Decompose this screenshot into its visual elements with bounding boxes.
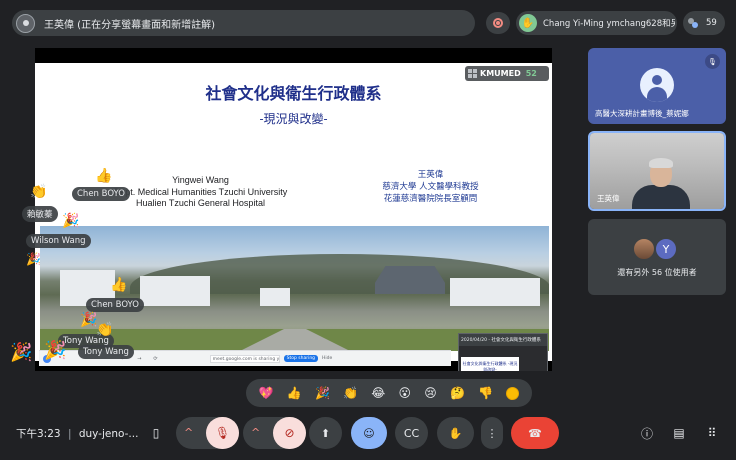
reaction-emoji: 👏 bbox=[96, 322, 114, 338]
grid-icon bbox=[468, 69, 477, 78]
camera-control[interactable]: ^ ⊘ bbox=[243, 417, 306, 449]
record-indicator-button[interactable] bbox=[486, 12, 510, 34]
reaction-name: Chen BOYO bbox=[72, 187, 130, 201]
presenter-banner[interactable]: 王英偉 (正在分享螢幕畫面和新增註解) bbox=[12, 10, 475, 36]
party-reaction-button[interactable]: 🎉 bbox=[315, 386, 330, 400]
reaction-name: Wilson Wang bbox=[26, 234, 91, 248]
clap-reaction-button[interactable]: 👏 bbox=[343, 386, 358, 400]
author-chinese: 王英偉 慈濟大學 人文醫學科教授 花蓮慈濟醫院院長室顧問 bbox=[353, 169, 508, 205]
raise-hand-button[interactable]: ✋ bbox=[437, 417, 474, 449]
reaction-emoji: 👏 bbox=[30, 184, 48, 200]
activities-icon[interactable]: ⠿ bbox=[704, 425, 720, 441]
chevron-up-icon[interactable]: ^ bbox=[251, 426, 260, 439]
party-popper-icon: 🎉 bbox=[26, 252, 41, 266]
participant-name: 王英偉 bbox=[597, 194, 620, 203]
reaction-name: Chen BOYO bbox=[86, 298, 144, 312]
meeting-badge: KMUMED 52 bbox=[465, 66, 549, 81]
author-en-line: Hualien Tzuchi General Hospital bbox=[136, 198, 265, 208]
person-avatar-icon bbox=[640, 68, 674, 102]
captions-button[interactable]: CC bbox=[395, 417, 428, 449]
participant-tile-speaker[interactable]: 王英偉 bbox=[588, 131, 726, 211]
info-icon[interactable]: ⓘ bbox=[639, 425, 655, 441]
sad-reaction-button[interactable]: 😢 bbox=[424, 386, 437, 400]
author-zh-line: 王英偉 bbox=[417, 170, 444, 180]
author-zh-line: 慈濟大學 人文醫學科教授 bbox=[382, 182, 479, 192]
surprised-reaction-button[interactable]: 😮 bbox=[399, 386, 412, 400]
raised-hands-text: Chang Yi-Ming ymchang628和另外 bbox=[543, 19, 675, 29]
current-time: 下午3:23 bbox=[16, 428, 61, 440]
meeting-code: duy-jeno-... bbox=[78, 428, 139, 440]
others-tile[interactable]: Y 還有另外 56 位使用者 bbox=[588, 219, 726, 295]
leave-call-button[interactable]: ☎ bbox=[511, 417, 559, 449]
nested-meet-title: 2020/04/20 - 社會文化與衛生行政體系 bbox=[459, 334, 547, 346]
share-bar-text: meet.google.com is sharing your screen. bbox=[209, 354, 280, 363]
thumbs-up-reaction-button[interactable]: 👍 bbox=[287, 386, 302, 400]
mic-control[interactable]: ^ 🎙 bbox=[176, 417, 239, 449]
slide: KMUMED 52 社會文化與衛生行政體系 -現況與改變- Yingwei Wa… bbox=[35, 63, 552, 371]
participants-button[interactable]: 59 bbox=[683, 11, 725, 35]
party-popper-icon: 🎉 bbox=[10, 342, 33, 363]
laugh-reaction-button[interactable]: 😂 bbox=[371, 386, 385, 400]
reaction-name: Tony Wang bbox=[78, 345, 134, 359]
author-en-line: Yingwei Wang bbox=[172, 175, 229, 185]
badge-count: 52 bbox=[525, 69, 537, 78]
slide-title: 社會文化與衛生行政體系 bbox=[205, 84, 382, 103]
participant-tile[interactable]: 🎙 高醫大深耕計畫博後_蔡妮娜 bbox=[588, 48, 726, 124]
skin-tone-button[interactable] bbox=[506, 386, 520, 400]
share-stop-label: Stop sharing bbox=[283, 355, 319, 362]
nested-meet-window: 2020/04/20 - 社會文化與衛生行政體系 社會文化與衛生行政體系 -現況… bbox=[458, 333, 548, 371]
reaction-emoji: 🎉 bbox=[62, 213, 80, 229]
mic-off-icon: 🎙 bbox=[705, 54, 720, 69]
chat-icon[interactable]: ▤ bbox=[671, 425, 687, 441]
nested-slide-card: 社會文化與衛生行政體系 -現況與改變- bbox=[461, 357, 519, 371]
heart-reaction-button[interactable]: 💖 bbox=[259, 386, 274, 400]
presenter-label: 王英偉 (正在分享螢幕畫面和新增註解) bbox=[44, 19, 215, 31]
share-hide-label: Hide bbox=[322, 356, 333, 361]
raised-hands-notice[interactable]: ✋ Chang Yi-Ming ymchang628和另外 bbox=[516, 11, 677, 35]
more-options-button[interactable]: ⋮ bbox=[481, 417, 503, 449]
slide-subtitle: -現況與改變- bbox=[259, 112, 328, 126]
thumbs-down-reaction-button[interactable]: 👎 bbox=[478, 386, 493, 400]
reaction-emoji: 🎉 bbox=[80, 312, 98, 328]
people-icon bbox=[688, 18, 698, 28]
camera-off-button[interactable]: ⊘ bbox=[273, 417, 306, 449]
author-zh-line: 花蓮慈濟醫院院長室顧問 bbox=[383, 194, 478, 204]
raised-hand-icon: ✋ bbox=[519, 14, 537, 32]
companion-mode-icon[interactable]: ▯ bbox=[148, 425, 164, 441]
author-en-line: Dept. Medical Humanities Tzuchi Universi… bbox=[113, 186, 288, 197]
mic-off-button[interactable]: 🎙 bbox=[206, 417, 239, 449]
meeting-clock: 下午3:23 | duy-jeno-... bbox=[16, 428, 139, 440]
author-english: Yingwei Wang Dept. Medical Humanities Tz… bbox=[103, 175, 298, 210]
participant-count: 59 bbox=[706, 18, 717, 28]
thinking-reaction-button[interactable]: 🤔 bbox=[450, 386, 465, 400]
reaction-emoji: 👍 bbox=[95, 168, 113, 184]
participant-avatar bbox=[632, 237, 656, 261]
others-count-label: 還有另外 56 位使用者 bbox=[617, 268, 697, 277]
participant-name: 高醫大深耕計畫博後_蔡妮娜 bbox=[595, 109, 689, 118]
party-popper-icon: 🎉 bbox=[44, 340, 67, 361]
present-screen-button[interactable]: ⬆ bbox=[309, 417, 342, 449]
presenter-avatar bbox=[16, 13, 35, 33]
chevron-up-icon[interactable]: ^ bbox=[184, 426, 193, 439]
badge-name: KMUMED bbox=[480, 69, 521, 78]
reaction-picker: 💖 👍 🎉 👏 😂 😮 😢 🤔 👎 bbox=[246, 379, 532, 407]
participant-avatar-initial: Y bbox=[654, 237, 678, 261]
reactions-button[interactable]: ☺ bbox=[351, 417, 387, 449]
reaction-emoji: 👍 bbox=[110, 277, 128, 293]
reaction-name: 賴敏蓁 bbox=[22, 206, 58, 222]
